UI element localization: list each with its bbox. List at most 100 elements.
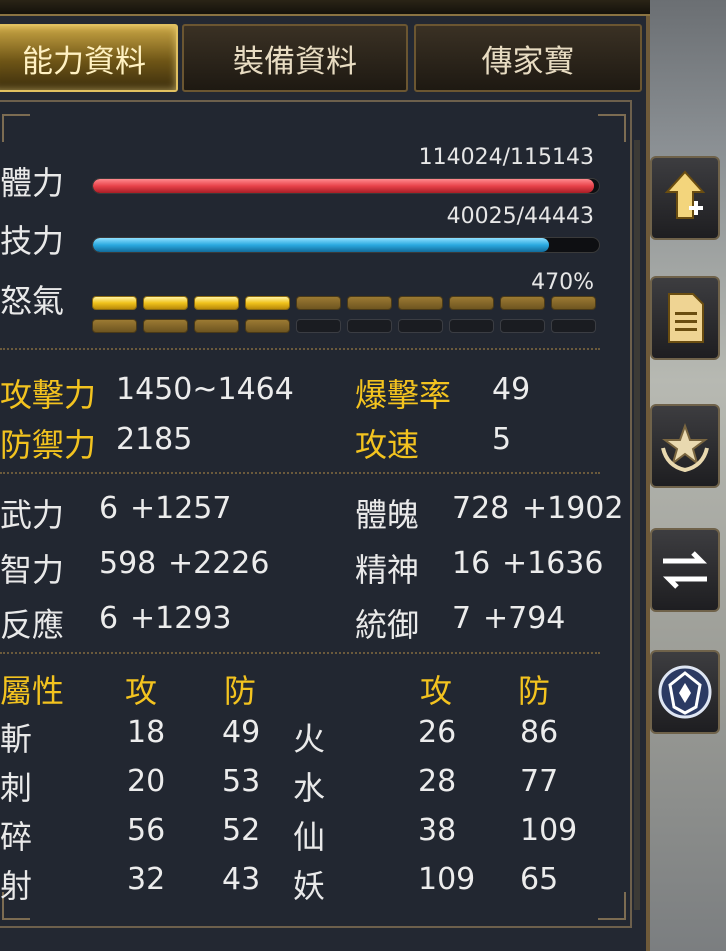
frame-corner: [598, 114, 626, 142]
rage-segment: [92, 319, 137, 333]
attr-bonus: +1257: [130, 491, 232, 526]
tab-equipment-label: 裝備資料: [233, 43, 357, 80]
hp-bar-fill: [93, 179, 595, 193]
element-header-atk: 攻: [125, 672, 158, 710]
element-def: 52: [222, 813, 261, 848]
level-up-button[interactable]: [650, 156, 720, 240]
rage-segment: [398, 319, 443, 333]
attr-label: 統御: [355, 606, 420, 644]
rage-segment: [449, 319, 494, 333]
section-divider: [0, 652, 600, 654]
rage-segment: [347, 296, 392, 310]
section-divider: [0, 348, 600, 350]
element-def: 77: [520, 764, 559, 799]
window-top-border: [0, 0, 650, 16]
emblem-button[interactable]: [650, 650, 720, 734]
element-header-def: 防: [224, 672, 257, 710]
element-def: 86: [520, 715, 559, 750]
rage-segment: [143, 319, 188, 333]
crit-value: 49: [492, 372, 531, 407]
element-atk: 38: [418, 813, 457, 848]
rage-segment: [449, 296, 494, 310]
emblem-icon: [658, 665, 712, 719]
panel-scrollbar[interactable]: [634, 140, 640, 910]
hp-value: 114024/115143: [418, 145, 594, 170]
rage-segment: [143, 296, 188, 310]
document-icon: [668, 293, 704, 343]
element-header-def: 防: [518, 672, 551, 710]
element-atk: 18: [127, 715, 166, 750]
rage-segment: [551, 296, 596, 310]
mp-bar: [92, 237, 600, 253]
crit-label: 爆擊率: [355, 376, 452, 414]
attr-bonus: +2226: [168, 546, 270, 581]
element-name: 刺: [0, 769, 33, 807]
rage-value: 470%: [531, 270, 594, 295]
frame-corner: [598, 892, 626, 920]
tab-ability[interactable]: 能力資料: [0, 24, 178, 92]
rage-segment: [92, 296, 137, 310]
rage-segment: [194, 319, 239, 333]
attr-label: 體魄: [355, 496, 420, 534]
element-def: 43: [222, 862, 261, 897]
defense-label: 防禦力: [0, 426, 97, 464]
attr-bonus: +794: [483, 601, 566, 636]
attr-base: 16: [452, 546, 491, 581]
defense-value: 2185: [116, 422, 193, 457]
attr-label: 反應: [0, 606, 65, 644]
frame-corner: [2, 114, 30, 142]
character-stats-window: 能力資料 裝備資料 傳家寶 體力 114024/115143 技力 40025/…: [0, 0, 650, 951]
attr-base: 7: [452, 601, 472, 636]
tab-ability-label: 能力資料: [22, 43, 146, 80]
element-def: 109: [520, 813, 578, 848]
tab-equipment[interactable]: 裝備資料: [182, 24, 408, 92]
swap-arrows-icon: [662, 551, 708, 589]
tab-heirloom[interactable]: 傳家寶: [414, 24, 642, 92]
element-atk: 32: [127, 862, 166, 897]
rage-segment: [296, 296, 341, 310]
level-up-icon: [664, 170, 706, 219]
document-button[interactable]: [650, 276, 720, 360]
rage-segment: [347, 319, 392, 333]
mp-bar-fill: [93, 238, 549, 252]
mp-value: 40025/44443: [446, 204, 594, 229]
element-name: 火: [293, 720, 326, 758]
ranking-button[interactable]: [650, 404, 720, 488]
attr-label: 精神: [355, 551, 420, 589]
element-atk: 56: [127, 813, 166, 848]
rage-segment: [551, 319, 596, 333]
element-def: 53: [222, 764, 261, 799]
attr-base: 6: [99, 491, 119, 526]
element-atk: 109: [418, 862, 476, 897]
element-name: 妖: [293, 867, 326, 905]
element-atk: 28: [418, 764, 457, 799]
speed-label: 攻速: [355, 426, 420, 464]
star-wreath-icon: [661, 423, 709, 473]
attr-bonus: +1902: [522, 491, 624, 526]
swap-button[interactable]: [650, 528, 720, 612]
element-header-atk: 攻: [420, 672, 453, 710]
section-divider: [0, 472, 600, 474]
element-name: 射: [0, 867, 33, 905]
attr-base: 728: [452, 491, 510, 526]
speed-value: 5: [492, 422, 512, 457]
rage-segment: [500, 296, 545, 310]
element-atk: 20: [127, 764, 166, 799]
element-header-attr: 屬性: [0, 672, 65, 710]
hp-label: 體力: [0, 164, 65, 202]
rage-label: 怒氣: [0, 282, 65, 320]
rage-segment: [500, 319, 545, 333]
element-name: 仙: [293, 818, 326, 856]
attr-base: 598: [99, 546, 157, 581]
attack-value: 1450~1464: [116, 372, 294, 407]
rage-segment: [245, 296, 290, 310]
mp-label: 技力: [0, 222, 65, 260]
hp-bar: [92, 178, 600, 194]
element-name: 斬: [0, 720, 33, 758]
rage-segment: [296, 319, 341, 333]
rage-segment: [245, 319, 290, 333]
rage-segment: [194, 296, 239, 310]
attr-label: 武力: [0, 496, 65, 534]
element-atk: 26: [418, 715, 457, 750]
element-def: 49: [222, 715, 261, 750]
